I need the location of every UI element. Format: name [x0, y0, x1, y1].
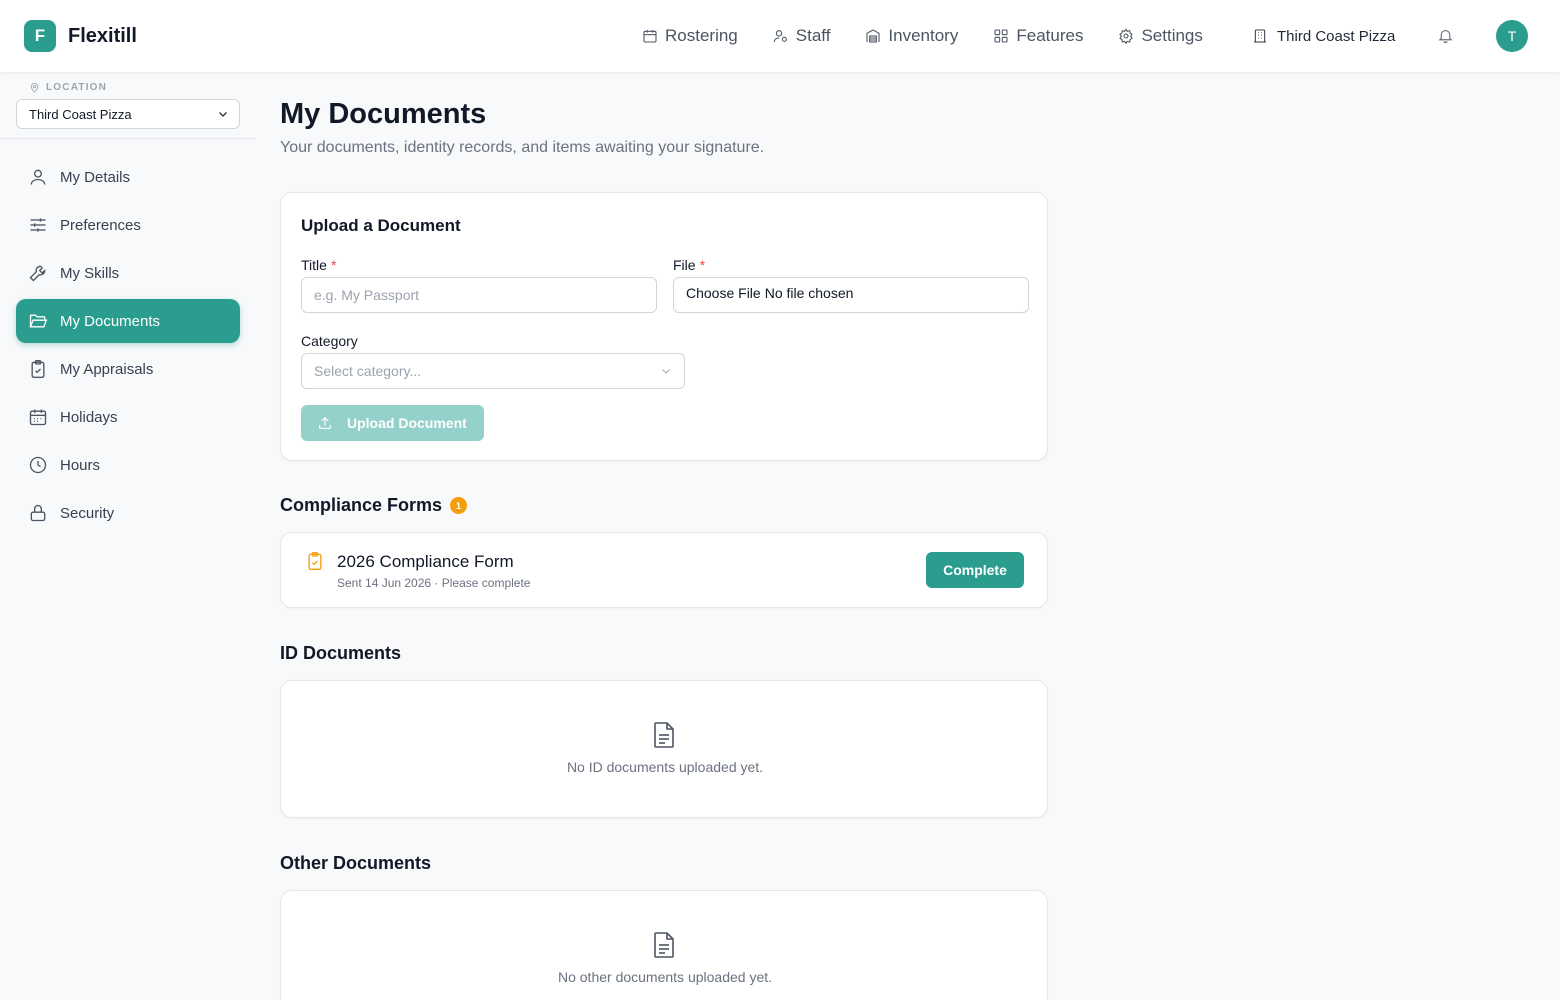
- sidebar-item-my-documents[interactable]: My Documents: [16, 299, 240, 343]
- warehouse-icon: [866, 29, 880, 43]
- file-text-icon: [652, 931, 676, 959]
- gear-icon: [1119, 28, 1134, 44]
- user-icon: [30, 169, 46, 185]
- required-mark: *: [330, 257, 337, 273]
- nav-rostering[interactable]: Rostering: [642, 26, 738, 46]
- nav-rostering-label: Rostering: [665, 26, 738, 45]
- sidebar-item-holidays[interactable]: Holidays: [16, 395, 240, 439]
- location-label-text: LOCATION: [46, 82, 108, 93]
- file-status: No file chosen: [764, 285, 854, 301]
- file-input[interactable]: Choose File No file chosen: [673, 277, 1029, 313]
- location-switcher-label: Third Coast Pizza: [1277, 27, 1396, 45]
- file-text-icon: [652, 721, 676, 749]
- sidebar-item-my-details[interactable]: My Details: [16, 155, 240, 199]
- upload-document-button[interactable]: Upload Document: [301, 405, 484, 441]
- chevron-down-icon: [219, 112, 227, 117]
- nav-staff[interactable]: Staff: [773, 26, 831, 46]
- user-gear-icon: [773, 30, 787, 43]
- nav-settings[interactable]: Settings: [1118, 26, 1203, 46]
- compliance-form-name: 2026 Compliance Form: [337, 552, 514, 571]
- chevron-down-icon: [662, 369, 670, 374]
- sidebar-item-my-appraisals[interactable]: My Appraisals: [16, 347, 240, 391]
- location-select-value: Third Coast Pizza: [29, 106, 132, 122]
- nav-inventory[interactable]: Inventory: [865, 26, 958, 46]
- category-field-label: Category: [301, 333, 358, 349]
- upload-card: Upload a Document Title * e.g. My Passpor…: [280, 192, 1048, 461]
- file-label-text: File: [673, 257, 696, 273]
- nav-features[interactable]: Features: [993, 26, 1083, 46]
- sidebar-item-label: My Appraisals: [60, 360, 154, 378]
- sidebar-item-label: Hours: [60, 456, 101, 474]
- file-field-label: File *: [673, 257, 705, 273]
- title-field-label: Title *: [301, 257, 336, 273]
- location-switcher[interactable]: Third Coast Pizza: [1252, 0, 1395, 72]
- clock-icon: [29, 456, 47, 474]
- sidebar-item-security[interactable]: Security: [16, 491, 240, 535]
- sidebar-item-label: Preferences: [60, 216, 141, 234]
- map-pin-icon: [30, 83, 39, 93]
- compliance-form-card: 2026 Compliance Form Sent 14 Jun 2026 · …: [280, 532, 1048, 608]
- compliance-form-meta: Sent 14 Jun 2026 · Please complete: [337, 576, 531, 590]
- sidebar-item-label: My Details: [60, 168, 131, 186]
- calendar-icon: [643, 30, 657, 43]
- sidebar-item-my-skills[interactable]: My Skills: [16, 251, 240, 295]
- nav-inventory-label: Inventory: [888, 26, 959, 45]
- avatar[interactable]: T: [1496, 20, 1528, 52]
- title-input[interactable]: e.g. My Passport: [301, 277, 657, 313]
- id-documents-card: No ID documents uploaded yet.: [280, 680, 1048, 818]
- other-documents-section-title: Other Documents: [280, 853, 432, 873]
- compliance-title-text: Compliance Forms: [280, 495, 443, 515]
- sidebar-item-label: My Skills: [60, 264, 120, 282]
- clipboard-check-icon: [31, 360, 45, 378]
- sidebar-item-hours[interactable]: Hours: [16, 443, 240, 487]
- building-icon: [1254, 29, 1266, 43]
- page-subtitle: Your documents, identity records, and it…: [280, 139, 765, 156]
- sidebar-item-label: Security: [60, 504, 115, 522]
- sliders-icon: [30, 218, 46, 232]
- wrench-icon: [29, 265, 46, 282]
- brand-logo: F: [24, 20, 56, 52]
- brand[interactable]: F Flexitill: [24, 20, 137, 52]
- compliance-section-title: Compliance Forms 1: [280, 495, 468, 516]
- category-select-placeholder: Select category...: [314, 363, 422, 379]
- folder-open-icon: [29, 314, 48, 328]
- location-label: LOCATION: [29, 82, 107, 93]
- other-documents-card: No other documents uploaded yet.: [280, 890, 1048, 1000]
- upload-document-button-label: Upload Document: [347, 415, 467, 431]
- page-title: My Documents: [280, 98, 487, 130]
- calendar-days-icon: [29, 409, 47, 426]
- nav-settings-label: Settings: [1141, 26, 1203, 45]
- category-select[interactable]: Select category...: [301, 353, 685, 389]
- location-select[interactable]: Third Coast Pizza: [16, 99, 240, 129]
- sidebar-divider: [0, 138, 256, 139]
- id-documents-empty-text: No ID documents uploaded yet.: [566, 759, 764, 775]
- clipboard-check-icon: [305, 551, 325, 571]
- required-mark: *: [699, 257, 706, 273]
- top-nav: Rostering Staff Inventory Features Setti…: [642, 0, 1238, 72]
- compliance-count-badge: 1: [450, 497, 468, 514]
- sidebar-item-preferences[interactable]: Preferences: [16, 203, 240, 247]
- lock-icon: [30, 504, 46, 522]
- nav-features-label: Features: [1016, 26, 1084, 45]
- complete-button[interactable]: Complete: [926, 552, 1024, 588]
- choose-file-button[interactable]: Choose File: [686, 285, 761, 301]
- id-documents-section-title: ID Documents: [280, 643, 402, 663]
- other-documents-empty-text: No other documents uploaded yet.: [557, 969, 773, 985]
- notifications-button[interactable]: [1437, 27, 1455, 45]
- upload-card-title: Upload a Document: [301, 216, 461, 235]
- sidebar-item-label: Holidays: [60, 408, 118, 426]
- sidebar-item-label: My Documents: [60, 312, 161, 330]
- grid-icon: [994, 29, 1008, 43]
- title-label-text: Title: [301, 257, 327, 273]
- title-input-placeholder: e.g. My Passport: [314, 287, 420, 303]
- nav-staff-label: Staff: [795, 26, 831, 45]
- brand-name: Flexitill: [68, 24, 137, 47]
- upload-icon: [319, 416, 331, 429]
- top-bar: F Flexitill Rostering Staff Inventory Fe…: [0, 0, 1560, 72]
- bell-icon: [1438, 29, 1453, 44]
